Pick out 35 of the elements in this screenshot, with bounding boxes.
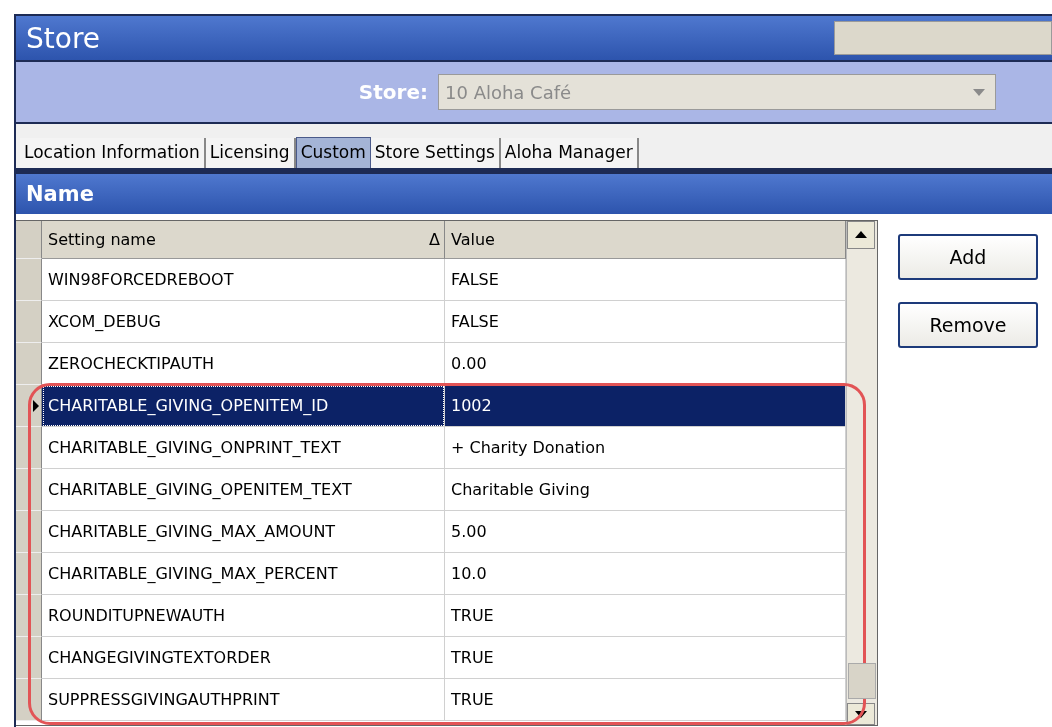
table-cell: TRUE xyxy=(445,679,847,721)
table-row[interactable]: WIN98FORCEDREBOOT FALSE xyxy=(16,259,847,301)
table-row[interactable]: CHARITABLE_GIVING_ONPRINT_TEXT + Charity Donation xyxy=(16,427,847,469)
table-row[interactable]: CHARITABLE_GIVING_OPENITEM_ID 1002 xyxy=(16,385,847,427)
tab[interactable]: Location Information xyxy=(20,138,206,168)
tab[interactable]: Custom xyxy=(295,137,371,168)
table-row[interactable]: ROUNDITUPNEWAUTH TRUE xyxy=(16,595,847,637)
store-label: Store: xyxy=(357,80,428,104)
window-title: Store xyxy=(25,21,100,55)
row-header xyxy=(16,301,42,343)
scrollbar[interactable] xyxy=(846,221,877,725)
sort-icon: Δ xyxy=(429,230,440,249)
row-pointer-icon xyxy=(33,399,39,412)
tab[interactable]: Licensing xyxy=(205,138,296,168)
table-row[interactable]: CHARITABLE_GIVING_OPENITEM_TEXT Charitable Giving xyxy=(16,469,847,511)
table-cell: SUPPRESSGIVINGAUTHPRINT xyxy=(42,679,445,721)
table-row[interactable]: SUPPRESSGIVINGAUTHPRINT TRUE xyxy=(16,679,847,721)
table-row[interactable]: CHARITABLE_GIVING_MAX_AMOUNT 5.00 xyxy=(16,511,847,553)
table-cell: CHARITABLE_GIVING_OPENITEM_ID xyxy=(42,385,445,427)
table-row[interactable]: ZEROCHECKTIPAUTH 0.00 xyxy=(16,343,847,385)
action-button[interactable]: Add xyxy=(898,234,1038,280)
table-cell: ZEROCHECKTIPAUTH xyxy=(42,343,445,385)
scroll-down-icon[interactable] xyxy=(847,703,876,725)
scroll-up-icon[interactable] xyxy=(847,221,876,249)
action-button[interactable]: Remove xyxy=(898,302,1038,348)
row-header xyxy=(16,259,42,301)
row-header xyxy=(16,343,42,385)
table-row[interactable]: CHARITABLE_GIVING_MAX_PERCENT 10.0 xyxy=(16,553,847,595)
scroll-thumb[interactable] xyxy=(848,663,876,699)
table-row[interactable]: XCOM_DEBUG FALSE xyxy=(16,301,847,343)
tab[interactable]: Store Settings xyxy=(370,138,501,168)
table-row[interactable]: CHANGEGIVINGTEXTORDER TRUE xyxy=(16,637,847,679)
caret-icon xyxy=(973,88,985,96)
section-title: Name xyxy=(26,182,94,206)
tab[interactable]: Aloha Manager xyxy=(500,138,639,168)
